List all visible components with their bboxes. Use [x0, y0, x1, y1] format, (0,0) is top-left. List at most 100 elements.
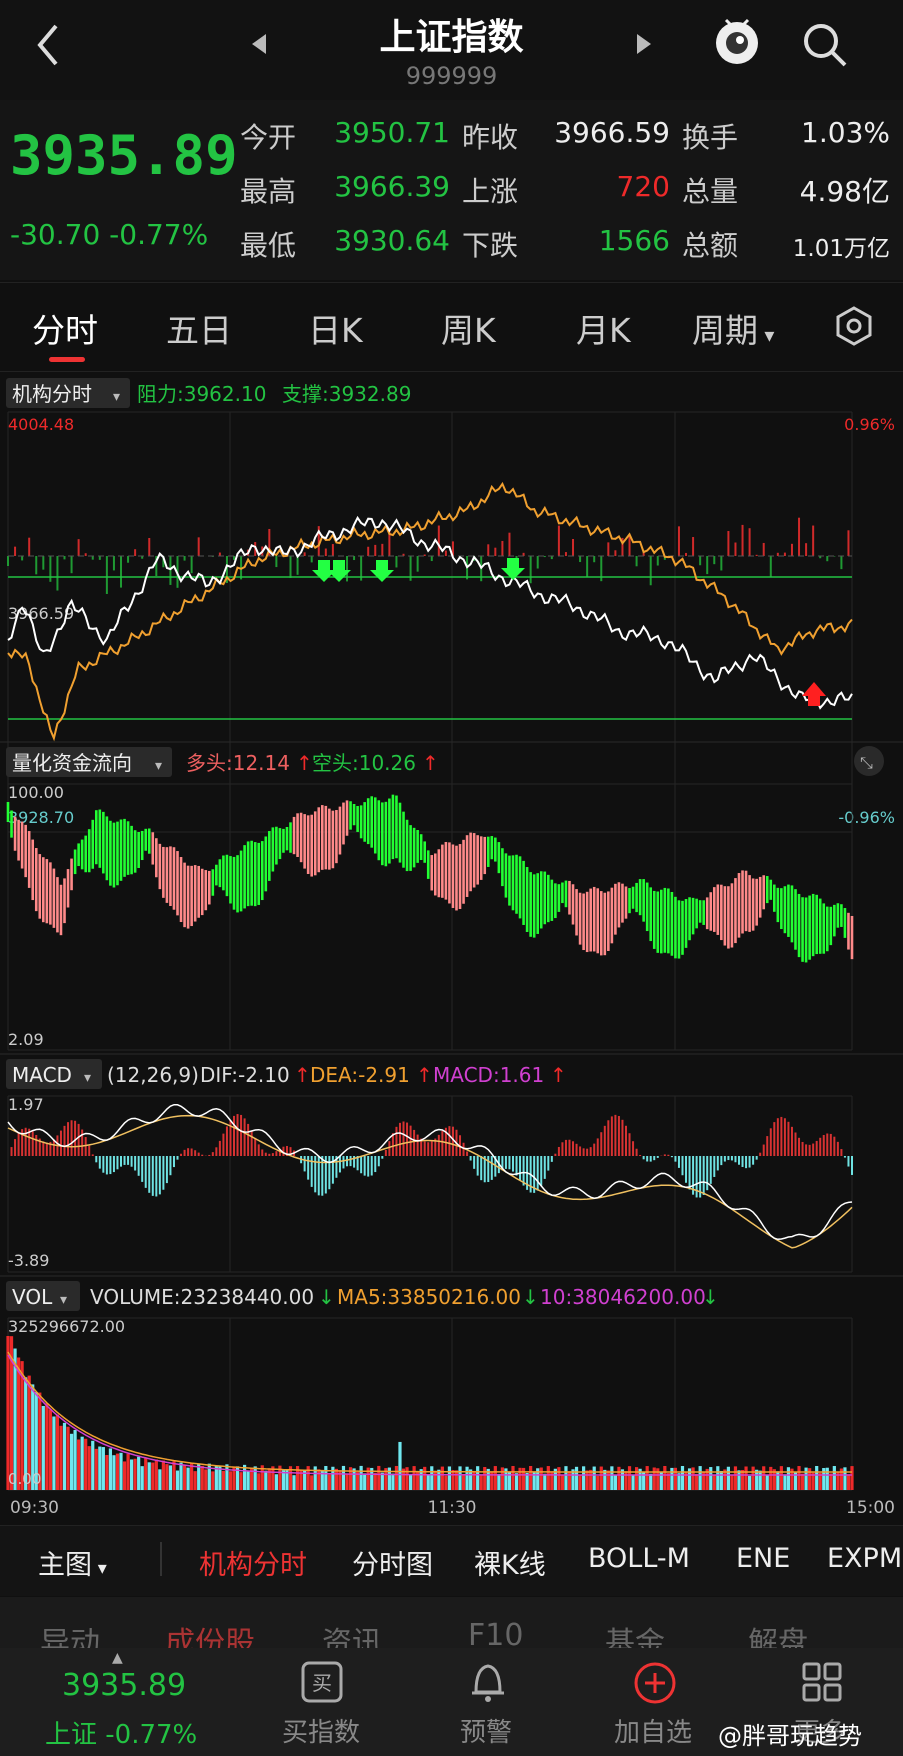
toolbar-item-naked-k[interactable]: 裸K线	[474, 1543, 546, 1582]
quote-value: 1.03%	[801, 116, 890, 149]
macd-params: (12,26,9)	[107, 1063, 199, 1087]
nav-add-watchlist[interactable]: 加自选	[614, 1712, 692, 1749]
breadth-bar-down	[430, 556, 433, 562]
volume-bar-up	[327, 1474, 331, 1490]
tab-intraday[interactable]: 分时	[32, 304, 98, 352]
macd-bar-down	[741, 1156, 744, 1167]
breadth-bar-up	[28, 537, 31, 556]
tab-daily-k[interactable]: 日K	[308, 304, 363, 352]
flow-bar-long	[186, 865, 190, 929]
tab-monthly-k[interactable]: 月K	[576, 304, 631, 352]
nav-alert[interactable]: 预警	[460, 1712, 512, 1749]
vol-ma5: MA5:33850216.00	[337, 1285, 521, 1309]
add-circle-icon[interactable]	[632, 1660, 678, 1706]
macd-bar-down	[367, 1156, 370, 1177]
macd-bar-up	[572, 1141, 575, 1156]
flow-bar-short	[522, 860, 525, 925]
watermark: @胖哥玩趋势	[718, 1722, 862, 1750]
macd-bar-up	[70, 1120, 73, 1156]
volume-bar-up	[695, 1473, 699, 1490]
macd-bar-down	[508, 1156, 511, 1170]
flow-bar-short	[98, 809, 102, 868]
volume-bar-down	[341, 1465, 346, 1490]
nav-price[interactable]: 3935.89	[62, 1668, 186, 1703]
volume-bar-up	[800, 1473, 805, 1490]
toolbar-item-timeshare[interactable]: 分时图	[352, 1543, 433, 1582]
macd-bar-down	[155, 1156, 158, 1197]
nav-index-change[interactable]: 上证 -0.77%	[45, 1714, 197, 1751]
macd-bar-up	[667, 1154, 670, 1156]
bell-icon[interactable]	[466, 1658, 510, 1706]
flow-bars	[6, 794, 854, 963]
flow-bar-long	[317, 807, 321, 873]
flow-bar-long	[183, 862, 186, 928]
toolbar-item-ene[interactable]: ENE	[736, 1543, 790, 1574]
search-icon[interactable]	[800, 20, 850, 70]
breadth-bar-up	[783, 552, 786, 556]
flow-bar-long	[751, 878, 755, 931]
volume-bar-up	[850, 1466, 854, 1490]
flow-bar-short	[780, 888, 783, 930]
flow-bar-short	[702, 900, 705, 925]
breadth-bar-down	[310, 556, 313, 563]
macd-bar-up	[427, 1142, 430, 1156]
flow-bar-short	[515, 854, 518, 914]
next-stock-icon[interactable]	[633, 32, 653, 56]
flow-bar-short	[388, 798, 391, 864]
caret-down-icon: ▾	[758, 323, 775, 347]
flow-bar-short	[373, 797, 377, 854]
macd-bar-up	[91, 1154, 94, 1156]
macd-bar-down	[709, 1156, 712, 1184]
flow-bar-long	[345, 800, 349, 836]
volume-bar-down	[726, 1466, 731, 1490]
volume-bar-down	[430, 1466, 434, 1490]
buy-index-icon[interactable]: 买	[300, 1660, 344, 1704]
tab-period[interactable]: 周期 ▾	[692, 304, 774, 352]
volume-bar-down	[69, 1433, 74, 1490]
flow-bar-long	[734, 878, 737, 944]
macd-bar-up	[233, 1115, 236, 1156]
macd-bar-down	[331, 1156, 334, 1184]
quote-value: 1.01万亿	[792, 236, 890, 262]
toolbar-item-expm[interactable]: EXPM	[827, 1543, 902, 1574]
macd-bar-down	[141, 1156, 144, 1182]
macd-bar-up	[819, 1137, 822, 1156]
macd-bar-down	[151, 1156, 154, 1196]
tab-five-day[interactable]: 五日	[166, 304, 232, 352]
toolbar-item-boll[interactable]: BOLL-M	[588, 1543, 690, 1574]
flow-bar-short	[264, 836, 268, 892]
breadth-bar-down	[112, 556, 115, 571]
volume-bar-down	[292, 1475, 296, 1490]
nav-buy-index[interactable]: 买指数	[282, 1712, 360, 1749]
macd-bar-up	[639, 1154, 642, 1156]
macd-bar-down	[727, 1156, 730, 1161]
macd-bar-down	[723, 1156, 726, 1162]
flow-bar-long	[568, 880, 571, 915]
grid-menu-icon[interactable]	[800, 1660, 844, 1704]
flow-bar-long	[197, 865, 200, 918]
mascot-icon[interactable]	[712, 16, 762, 66]
tab-weekly-k[interactable]: 周K	[441, 304, 496, 352]
breadth-bar-up	[487, 544, 490, 556]
main-chart-selector[interactable]: 主图 ▾	[38, 1543, 107, 1582]
macd-bar-down	[480, 1156, 483, 1181]
breadth-bar-up	[572, 538, 575, 556]
macd-bar-up	[208, 1154, 211, 1156]
flow-bar-short	[366, 798, 370, 845]
settings-icon[interactable]	[834, 306, 874, 346]
quote-value: 1566	[598, 224, 670, 257]
flow-bar-short	[282, 828, 285, 853]
macd-bar-down	[737, 1156, 740, 1165]
flow-bar-short	[349, 801, 352, 830]
chart-area[interactable]: 机构分时 ▾ 阻力:3962.10 支撑:3932.89 4004.48 0.9…	[0, 372, 903, 1522]
volume-bar-up	[546, 1466, 550, 1490]
toolbar-item-institution[interactable]: 机构分时	[199, 1543, 307, 1582]
flow-bar-long	[455, 845, 458, 911]
volume-bar-up	[589, 1469, 593, 1490]
macd-bar-down	[851, 1156, 853, 1175]
breadth-bar-up	[437, 525, 440, 556]
breadth-bar-down	[395, 556, 398, 568]
macd-bar-up	[271, 1153, 274, 1156]
flow-bar-short	[126, 821, 130, 875]
macd-bar-up	[194, 1150, 197, 1156]
